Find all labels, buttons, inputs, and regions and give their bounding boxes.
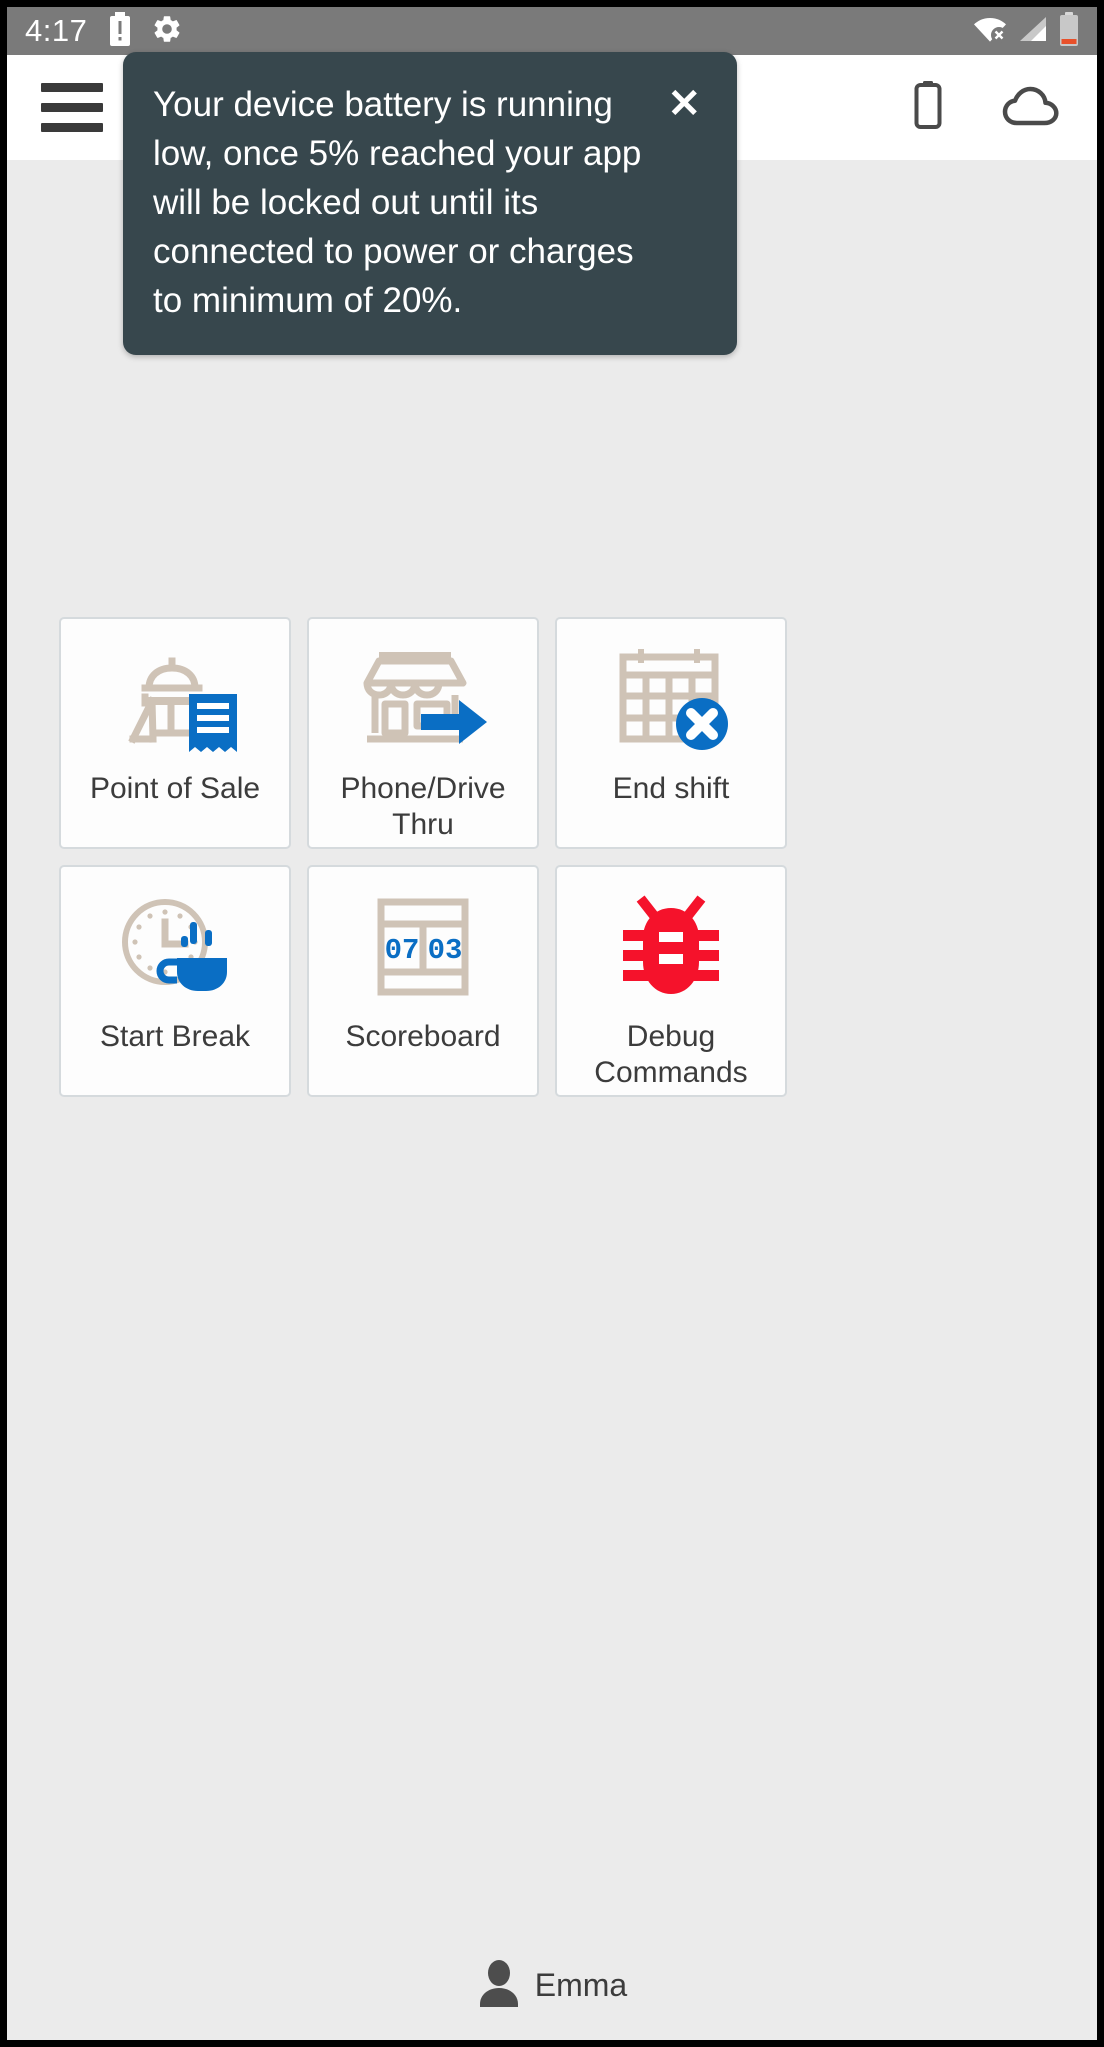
current-user[interactable]: Emma bbox=[7, 1959, 1097, 2012]
gear-icon bbox=[151, 13, 183, 50]
app-bar-actions bbox=[913, 81, 1063, 134]
status-bar: 4:17 bbox=[7, 7, 1097, 55]
tile-scoreboard[interactable]: 07 03 Scoreboard bbox=[307, 865, 539, 1097]
tile-label: End shift bbox=[612, 772, 730, 805]
tooltip-message: Your device battery is running low, once… bbox=[153, 85, 642, 320]
hamburger-line bbox=[41, 103, 103, 112]
battery-low-icon bbox=[1059, 11, 1079, 51]
start-break-icon bbox=[100, 889, 250, 1007]
tile-end-shift[interactable]: End shift bbox=[555, 617, 787, 849]
phone-drive-thru-icon bbox=[348, 641, 498, 759]
status-bar-right-icons bbox=[973, 11, 1079, 51]
tile-debug-commands[interactable]: Debug Commands bbox=[555, 865, 787, 1097]
tile-start-break[interactable]: Start Break bbox=[59, 865, 291, 1097]
status-bar-clock: 4:17 bbox=[25, 13, 88, 48]
point-of-sale-icon bbox=[100, 641, 250, 759]
tile-label: Phone/Drive Thru bbox=[340, 772, 506, 841]
scoreboard-icon: 07 03 bbox=[348, 889, 498, 1007]
main-content: Point of Sale Phone/Drive Thru End shift… bbox=[7, 160, 1097, 2040]
battery-alert-icon bbox=[109, 11, 131, 51]
cancel-badge-icon bbox=[676, 698, 728, 750]
tile-label: Scoreboard bbox=[345, 1020, 501, 1053]
action-tile-grid: Point of Sale Phone/Drive Thru End shift… bbox=[59, 617, 1027, 1097]
wifi-off-icon bbox=[973, 15, 1007, 48]
scoreboard-left-value: 07 bbox=[385, 934, 420, 967]
debug-bug-icon bbox=[596, 889, 746, 1007]
receipt-icon bbox=[189, 694, 237, 752]
hamburger-line bbox=[41, 123, 103, 132]
battery-warning-tooltip: Your device battery is running low, once… bbox=[123, 52, 737, 355]
status-bar-left-icons bbox=[109, 11, 183, 51]
tile-label: Debug Commands bbox=[594, 1020, 748, 1089]
tile-label: Start Break bbox=[99, 1020, 251, 1053]
person-icon bbox=[477, 1959, 521, 2012]
end-shift-icon bbox=[596, 641, 746, 759]
cellular-signal-icon bbox=[1018, 15, 1048, 48]
tile-phone-drive-thru[interactable]: Phone/Drive Thru bbox=[307, 617, 539, 849]
tile-point-of-sale[interactable]: Point of Sale bbox=[59, 617, 291, 849]
user-name: Emma bbox=[534, 1967, 628, 2003]
scoreboard-right-value: 03 bbox=[428, 934, 463, 967]
cloud-icon[interactable] bbox=[1001, 83, 1063, 132]
battery-icon[interactable] bbox=[913, 81, 943, 134]
hamburger-line bbox=[41, 83, 103, 92]
close-icon[interactable]: ✕ bbox=[657, 80, 707, 124]
tile-label: Point of Sale bbox=[89, 772, 261, 805]
hamburger-menu-icon[interactable] bbox=[41, 83, 103, 132]
mobile-device-screen: 4:17 Your device battery is running low,… bbox=[0, 0, 1104, 2047]
